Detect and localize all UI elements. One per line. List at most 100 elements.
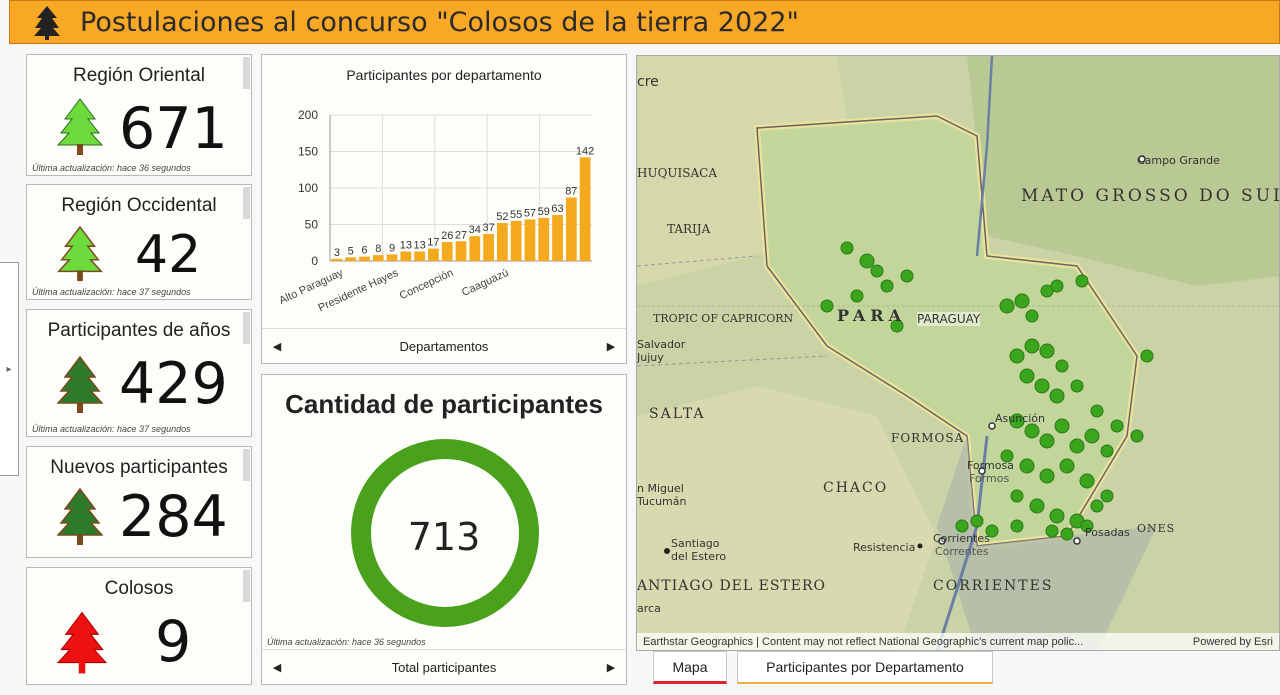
- header-bar: Postulaciones al concurso "Colosos de la…: [9, 0, 1280, 44]
- tab-mapa[interactable]: Mapa: [653, 651, 727, 684]
- card-region-oriental: Región Oriental 671 Última actualización…: [26, 54, 252, 176]
- card-title: Región Oriental: [72, 65, 206, 86]
- bar: [386, 254, 398, 261]
- nav-label: Departamentos: [399, 338, 489, 354]
- map-label: ONES: [1137, 522, 1176, 535]
- data-label: 142: [576, 145, 594, 157]
- data-label: 26: [441, 230, 453, 242]
- map-label: Posadas: [1085, 526, 1130, 539]
- chevron-right-icon: ▸: [6, 363, 12, 375]
- card-colosos: Colosos 9: [26, 567, 252, 685]
- y-tick-label: 50: [305, 218, 319, 232]
- map-label: CORRIENTES: [933, 578, 1054, 594]
- bar: [524, 219, 536, 261]
- x-tick-label: Concepción: [398, 267, 456, 302]
- tab-participantes-departamento[interactable]: Participantes por Departamento: [737, 651, 993, 684]
- data-label: 9: [389, 242, 395, 254]
- card-value: 429: [119, 351, 228, 417]
- map-label: PARAGUAY: [917, 312, 981, 326]
- bar: [414, 251, 426, 261]
- next-arrow-icon[interactable]: ▶: [596, 661, 626, 674]
- map-label: cre: [637, 74, 659, 90]
- bar: [372, 255, 384, 261]
- map-label: MATO GROSSO DO SUL: [1021, 186, 1280, 206]
- card-title: Nuevos participantes: [50, 457, 228, 478]
- map-label: TROPIC OF CAPRICORN: [653, 312, 794, 325]
- data-label: 27: [455, 229, 467, 241]
- bar-chart-panel: Participantes por departamento 0 50 100 150…: [261, 54, 627, 364]
- map-label: Santiago: [671, 537, 720, 550]
- update-timestamp: Última actualización: hace 36 segundos: [32, 163, 191, 173]
- map-label: Correntes: [935, 545, 989, 558]
- bar: [579, 157, 591, 261]
- y-tick-label: 0: [311, 254, 318, 268]
- map-label: n Miguel: [637, 482, 684, 495]
- data-label: 13: [400, 240, 412, 252]
- side-panel-toggle[interactable]: ▸: [0, 262, 19, 476]
- card-value: 9: [155, 609, 192, 675]
- card-participantes-anos: Participantes de años 429 Última actuali…: [26, 309, 252, 437]
- data-label: 52: [496, 211, 508, 223]
- prev-arrow-icon[interactable]: ◀: [262, 661, 292, 674]
- bar: [331, 258, 343, 261]
- bar: [510, 220, 522, 261]
- total-nav: ◀ Total participantes ▶: [262, 649, 626, 684]
- map-label: CHACO: [823, 480, 889, 496]
- tree-icon: [32, 4, 62, 40]
- map-view[interactable]: Campo Grande MATO GROSSO DO SUL HUQUISAC…: [636, 55, 1280, 651]
- bar: [552, 215, 563, 261]
- tree-icon: [57, 355, 103, 413]
- data-label: 17: [427, 237, 439, 249]
- total-panel: Cantidad de participantes 713 Última act…: [261, 374, 627, 685]
- panel-title: Cantidad de participantes: [285, 389, 603, 419]
- y-tick-label: 150: [298, 145, 318, 159]
- tree-icon: [57, 98, 103, 155]
- bar: [455, 241, 467, 261]
- esri-link[interactable]: Powered by Esri: [1193, 636, 1273, 648]
- prev-arrow-icon[interactable]: ◀: [262, 340, 292, 353]
- map-label: del Estero: [671, 550, 727, 563]
- map-label: ANTIAGO DEL ESTERO: [637, 578, 827, 594]
- map-label: arca: [637, 602, 661, 615]
- data-label: 37: [482, 222, 494, 234]
- x-tick-label: Caaguazú: [460, 267, 511, 299]
- tree-icon: [57, 611, 107, 674]
- card-value: 671: [119, 96, 228, 162]
- map-attribution: Earthstar Geographics | Content may not …: [637, 633, 1279, 650]
- map-label: FORMOSA: [891, 431, 965, 445]
- data-label: 5: [348, 245, 354, 257]
- next-arrow-icon[interactable]: ▶: [596, 340, 626, 353]
- map-label: Tucumán: [637, 495, 687, 508]
- y-tick-label: 100: [298, 181, 318, 195]
- map-label: TARIJA: [667, 222, 711, 236]
- card-title: Participantes de años: [47, 320, 231, 341]
- card-value: 284: [119, 484, 228, 550]
- data-label: 63: [551, 203, 563, 215]
- update-timestamp: Última actualización: hace 37 segundos: [32, 287, 191, 297]
- nav-label: Total participantes: [391, 659, 497, 675]
- tree-icon: [57, 487, 103, 545]
- data-label: 13: [414, 240, 426, 252]
- map-label: Salvador: [637, 338, 686, 351]
- update-timestamp: Última actualización: hace 36 segundos: [267, 637, 426, 647]
- data-label: 59: [538, 206, 550, 218]
- total-value: 713: [407, 515, 481, 559]
- map-label: Resistencia: [853, 541, 916, 554]
- bar: [483, 233, 494, 261]
- bar: [496, 223, 508, 261]
- data-label: 8: [375, 243, 381, 255]
- card-region-occidental: Región Occidental 42 Última actualizació…: [26, 184, 252, 300]
- bar: [345, 257, 357, 261]
- data-label: 57: [524, 207, 536, 219]
- bar-chart: 0501001502003 5 6 8 9 13 13 1726 27 34 3752 55 57 59 6…: [277, 108, 594, 314]
- bar: [428, 248, 439, 261]
- map-label: Corrientes: [933, 532, 990, 545]
- map-basemap: [637, 56, 1279, 650]
- card-nuevos-participantes: Nuevos participantes 284: [26, 446, 252, 558]
- map-label: Jujuy: [637, 351, 664, 364]
- card-title: Colosos: [104, 578, 174, 599]
- data-label: 3: [334, 247, 340, 259]
- map-label: Asunción: [995, 412, 1046, 425]
- y-tick-label: 200: [298, 108, 318, 122]
- map-label: PARA: [837, 306, 906, 325]
